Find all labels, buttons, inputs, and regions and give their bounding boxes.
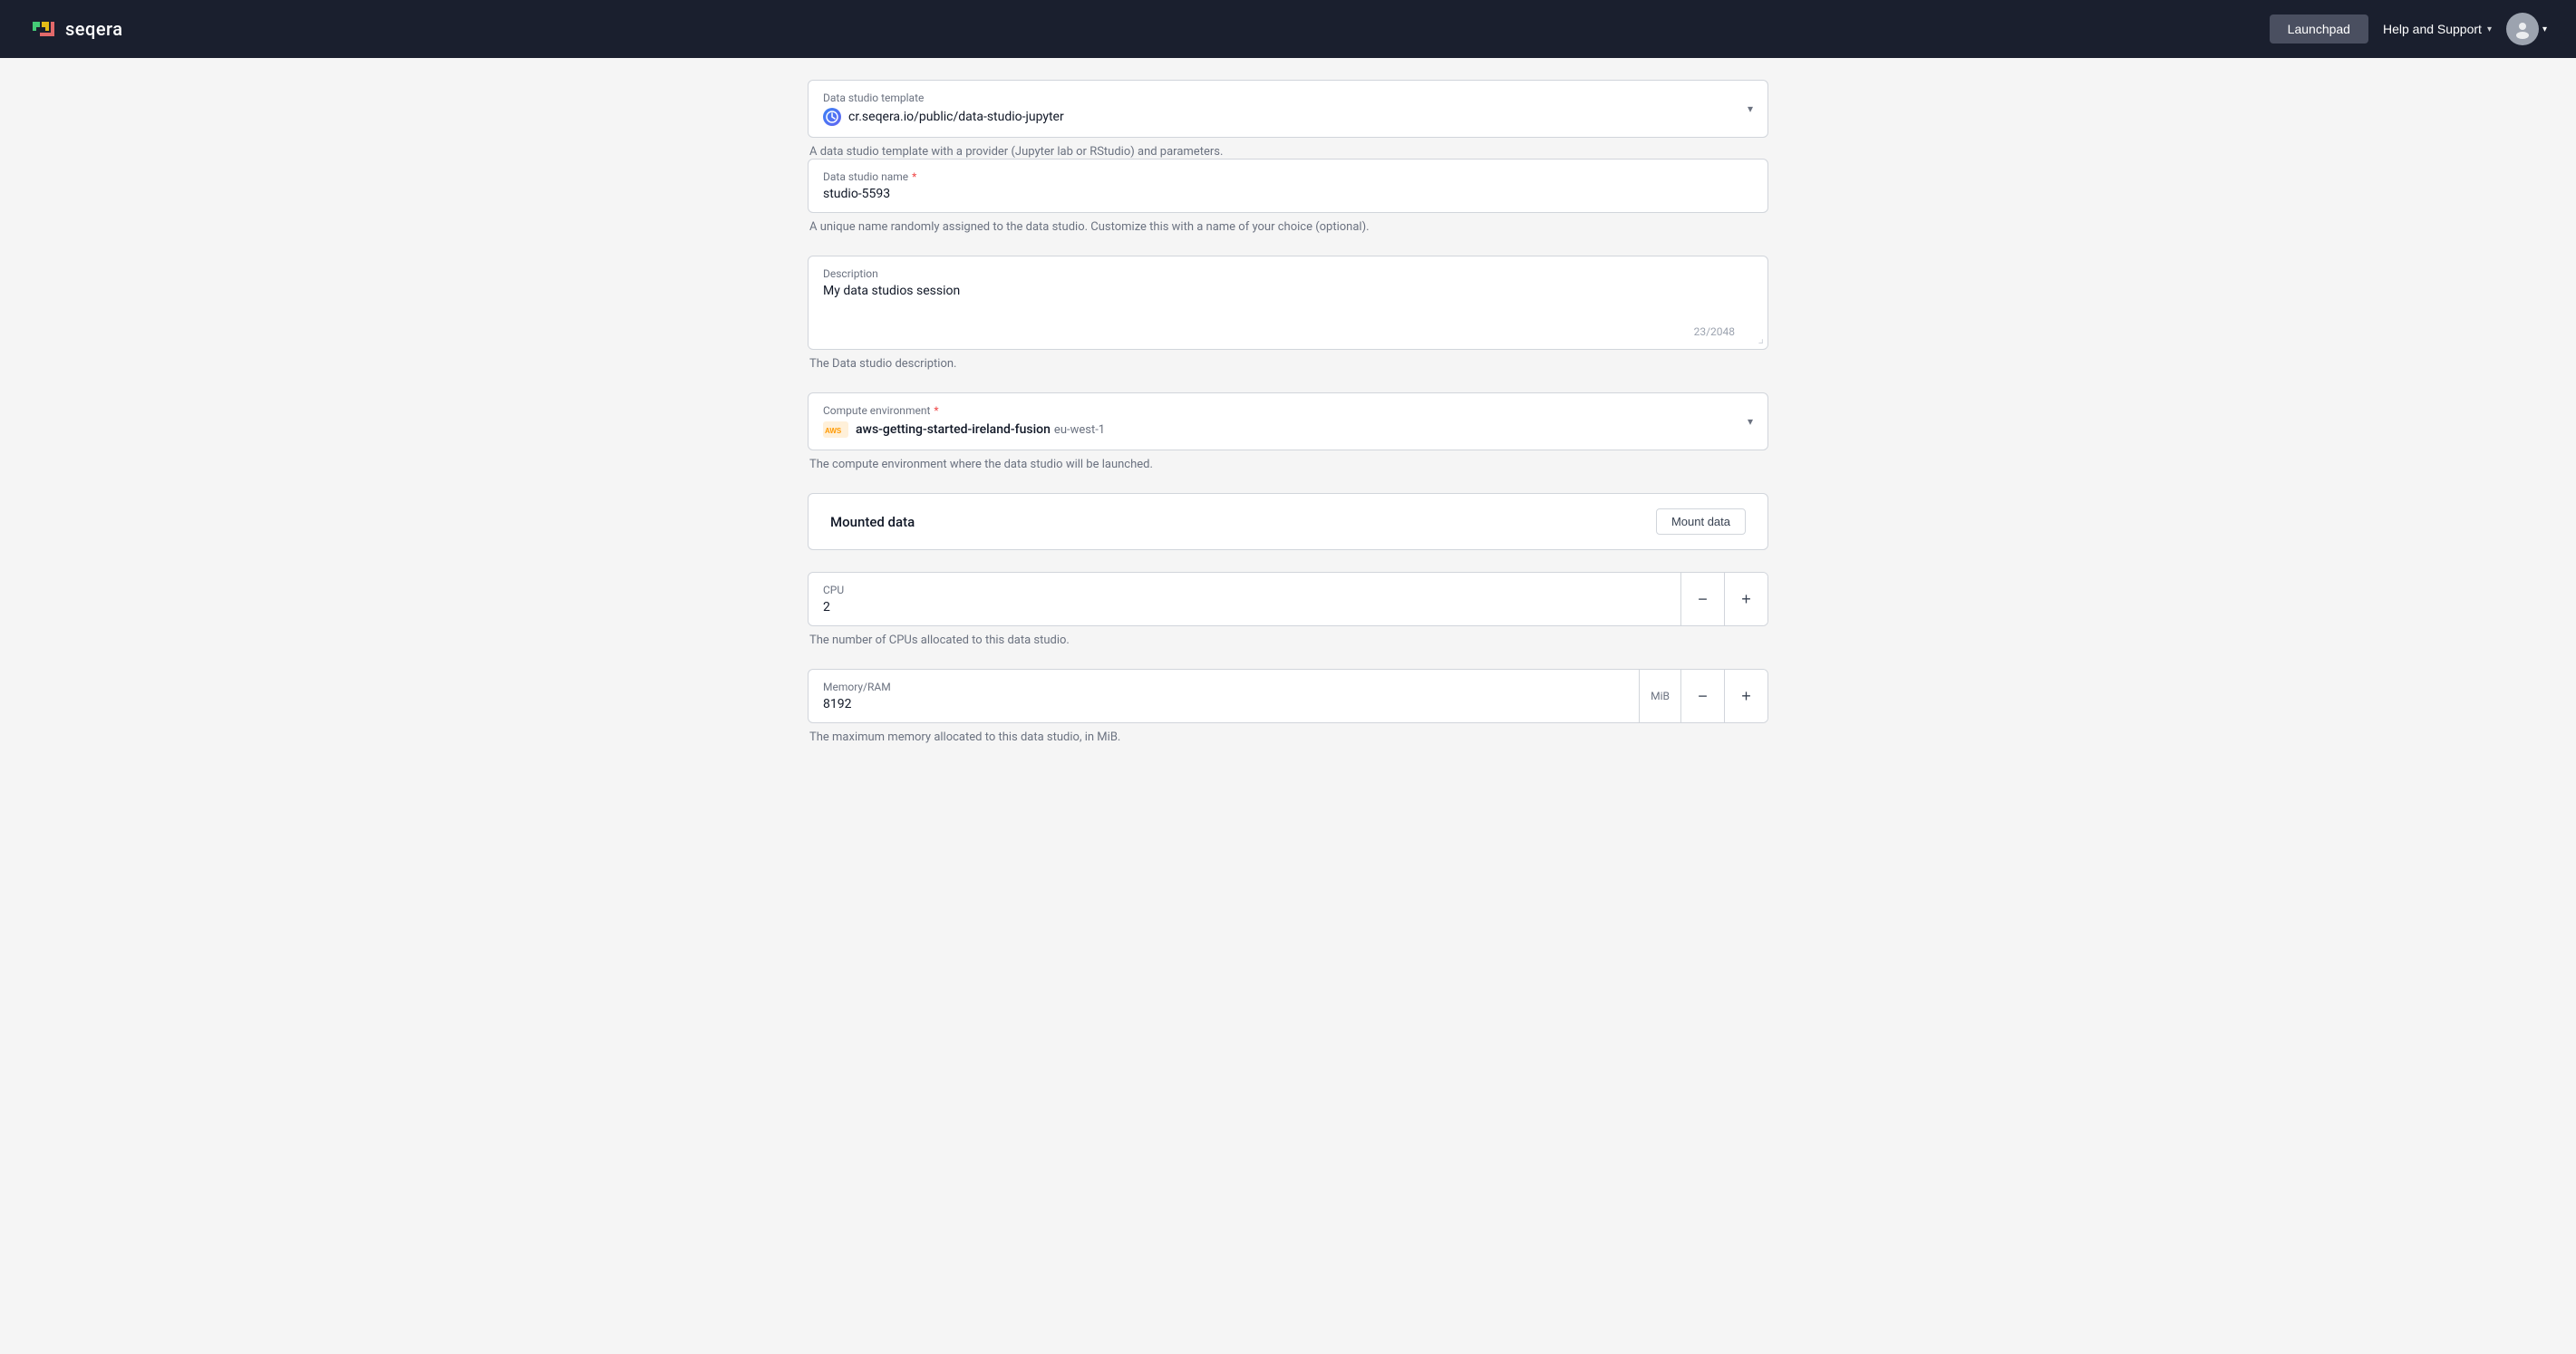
compute-env-hint: The compute environment where the data s… — [808, 458, 1768, 471]
help-support-label: Help and Support — [2383, 22, 2482, 36]
cpu-increment-button[interactable]: + — [1724, 573, 1767, 625]
compute-env-value: AWS aws-getting-started-ireland-fusion e… — [823, 421, 1753, 439]
user-avatar-button[interactable]: ▾ — [2506, 13, 2547, 45]
compute-env-label: Compute environment * — [823, 404, 1753, 417]
mounted-data-label: Mounted data — [830, 514, 915, 530]
memory-hint: The maximum memory allocated to this dat… — [808, 730, 1768, 744]
memory-decrement-button[interactable]: − — [1680, 670, 1724, 722]
memory-label: Memory/RAM — [823, 681, 1624, 693]
mounted-data-container: Mounted data Mount data — [808, 493, 1768, 550]
template-label: Data studio template — [823, 92, 1753, 104]
memory-increment-button[interactable]: + — [1724, 670, 1767, 722]
template-section: Data studio template cr.seqera.io/public… — [808, 80, 1768, 159]
description-label: Description — [823, 267, 1753, 280]
chevron-down-icon: ▾ — [2487, 24, 2492, 34]
compute-env-section: Compute environment * AWS aws-getting-st… — [808, 392, 1768, 471]
template-dropdown-arrow: ▾ — [1748, 102, 1753, 115]
mounted-data-section: Mounted data Mount data — [808, 493, 1768, 550]
cpu-stepper-container: CPU 2 − + — [808, 572, 1768, 626]
user-chevron-icon: ▾ — [2542, 24, 2547, 34]
description-value[interactable]: My data studios session — [823, 284, 1753, 338]
cpu-value[interactable]: 2 — [823, 600, 1666, 614]
memory-section: Memory/RAM 8192 MiB − + The maximum memo… — [808, 669, 1768, 744]
cpu-label: CPU — [823, 584, 1666, 596]
cpu-decrement-button[interactable]: − — [1680, 573, 1724, 625]
main-content: Data studio template cr.seqera.io/public… — [808, 58, 1768, 788]
description-textarea-container: Description My data studios session 23/2… — [808, 256, 1768, 350]
memory-value[interactable]: 8192 — [823, 697, 1624, 711]
name-required-star: * — [912, 170, 916, 183]
compute-env-dropdown[interactable]: Compute environment * AWS aws-getting-st… — [808, 392, 1768, 450]
name-input-container: Data studio name * studio-5593 — [808, 159, 1768, 213]
description-section: Description My data studios session 23/2… — [808, 256, 1768, 371]
template-value: cr.seqera.io/public/data-studio-jupyter — [823, 108, 1753, 126]
navbar-right: Launchpad Help and Support ▾ ▾ — [2270, 13, 2547, 45]
memory-input: Memory/RAM 8192 — [809, 670, 1639, 722]
template-dropdown[interactable]: Data studio template cr.seqera.io/public… — [808, 80, 1768, 138]
compute-env-name: aws-getting-started-ireland-fusion — [856, 422, 1051, 437]
aws-icon: AWS — [823, 421, 848, 439]
compute-env-region: eu-west-1 — [1054, 423, 1105, 437]
logo-text: seqera — [65, 18, 123, 40]
cpu-section: CPU 2 − + The number of CPUs allocated t… — [808, 572, 1768, 647]
avatar — [2506, 13, 2539, 45]
template-provider-icon — [823, 108, 841, 126]
name-section: Data studio name * studio-5593 A unique … — [808, 159, 1768, 234]
user-icon — [2513, 19, 2532, 39]
launchpad-button[interactable]: Launchpad — [2270, 15, 2368, 44]
description-hint: The Data studio description. — [808, 357, 1768, 371]
cpu-hint: The number of CPUs allocated to this dat… — [808, 633, 1768, 647]
template-hint: A data studio template with a provider (… — [808, 145, 1768, 159]
memory-stepper-container: Memory/RAM 8192 MiB − + — [808, 669, 1768, 723]
name-hint: A unique name randomly assigned to the d… — [808, 220, 1768, 234]
navbar: seqera Launchpad Help and Support ▾ ▾ — [0, 0, 2576, 58]
logo: seqera — [29, 15, 123, 44]
resize-handle-icon: ⌟ — [1758, 333, 1764, 345]
char-count: 23/2048 — [1694, 325, 1735, 338]
svg-text:AWS: AWS — [825, 427, 842, 435]
mount-data-button[interactable]: Mount data — [1656, 508, 1746, 535]
memory-unit: MiB — [1639, 670, 1680, 722]
compute-env-required-star: * — [934, 404, 938, 417]
name-value[interactable]: studio-5593 — [823, 187, 1753, 201]
compute-env-dropdown-arrow: ▾ — [1748, 415, 1753, 428]
name-label: Data studio name * — [823, 170, 1753, 183]
seqera-logo-icon — [29, 15, 58, 44]
help-support-button[interactable]: Help and Support ▾ — [2383, 22, 2492, 36]
cpu-input: CPU 2 — [809, 573, 1680, 625]
